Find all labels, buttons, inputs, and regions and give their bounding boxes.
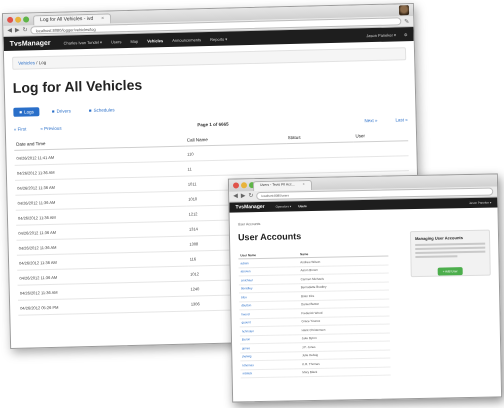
panel-text-line [415, 255, 458, 259]
app-brand[interactable]: TvsManager [10, 39, 51, 47]
nav-item-users[interactable]: Users [111, 39, 122, 44]
breadcrumb: Vehicles / Log [12, 47, 407, 70]
app-brand[interactable]: TvsManager [235, 204, 264, 211]
last-page-link[interactable]: Last » [395, 117, 407, 122]
panel-text-line [415, 246, 486, 251]
close-window-button[interactable] [7, 16, 14, 23]
table-body: admin Andrew Wilson abrown Aaron Brown cmich… [238, 256, 391, 378]
user-accounts-window: Users - Tevis Pil Acc... × ◀ ▶ ↻ localhos… [227, 173, 503, 403]
add-user-button[interactable]: + Add User [437, 267, 463, 276]
window-controls [7, 16, 30, 23]
reload-icon[interactable]: ↻ [248, 193, 253, 199]
zoom-window-button[interactable] [23, 16, 30, 23]
profile-photo [398, 5, 410, 16]
page-info: Page 1 of 6665 [197, 121, 229, 128]
list-icon: ■ [88, 107, 92, 113]
table-row[interactable]: mblack Mary Black [240, 366, 391, 378]
tab-close-icon[interactable]: × [303, 182, 305, 186]
tab-schedules[interactable]: ■ Schedules [83, 105, 121, 115]
nav-item-map[interactable]: Map [130, 38, 138, 43]
wrench-icon[interactable]: ✎ [404, 18, 409, 25]
list-icon: ■ [19, 109, 23, 115]
breadcrumb-log: Log [38, 60, 47, 66]
page-title: Log for All Vehicles [12, 76, 143, 96]
view-tabs: ■ Logs ■ Drivers ■ Schedules [13, 98, 407, 117]
browser-tab[interactable]: Users - Tevis Pil Acc... × [252, 180, 312, 192]
table-cell [353, 155, 409, 173]
gear-icon[interactable]: ⚙ [404, 32, 408, 37]
table-cell [285, 142, 354, 159]
main-content: User Accounts User Accounts User Name Na… [230, 207, 501, 382]
username-link[interactable]: mblack [240, 368, 301, 378]
user-menu[interactable]: Jason Paneker ▾ [469, 201, 491, 205]
panel-title: Managing User Accounts [415, 235, 463, 242]
previous-page-link[interactable]: « Previous [40, 126, 61, 132]
breadcrumb-separator: / [36, 60, 38, 66]
user-menu[interactable]: Jason Paneker ▾ [366, 32, 396, 38]
nav-item-operators[interactable]: Operators ▾ [276, 204, 292, 208]
panel-text-line [415, 250, 486, 255]
tab-logs[interactable]: ■ Logs [13, 107, 40, 117]
reload-icon[interactable]: ↻ [23, 27, 28, 33]
tab-drivers-label: Drivers [56, 108, 71, 114]
next-page-link[interactable]: Next » [364, 118, 377, 123]
tab-title: Log for All Vehicles - ivd [40, 15, 94, 24]
forward-arrow-icon[interactable]: ▶ [241, 193, 246, 199]
nav-item-users[interactable]: Users [298, 204, 306, 208]
close-window-button[interactable] [232, 182, 240, 189]
back-arrow-icon[interactable]: ◀ [7, 28, 12, 34]
window-controls [232, 182, 256, 189]
table-cell [286, 157, 355, 174]
first-page-link[interactable]: « First [14, 127, 27, 132]
breadcrumb: User Accounts [237, 221, 261, 227]
minimize-window-button[interactable] [15, 16, 22, 23]
nav-item-operator[interactable]: Charles Ivan Tondel ▾ [63, 39, 102, 45]
nav-item-announcements[interactable]: Announcements [172, 37, 201, 43]
tab-schedules-label: Schedules [93, 107, 115, 113]
users-table: User Name Name admin Andrew Wilson abrown A… [238, 248, 391, 379]
tab-drivers[interactable]: ■ Drivers [46, 106, 77, 116]
tab-logs-label: Logs [24, 109, 34, 115]
tab-close-icon[interactable]: × [101, 16, 104, 22]
table-cell: 04/26/2012 05:26 PM [17, 296, 189, 316]
forward-arrow-icon[interactable]: ▶ [15, 28, 20, 34]
user-name-cell: Mary Black [300, 366, 391, 377]
table-cell [353, 140, 409, 158]
minimize-window-button[interactable] [240, 182, 248, 189]
back-arrow-icon[interactable]: ◀ [233, 193, 238, 199]
breadcrumb-vehicles[interactable]: Vehicles [18, 60, 35, 65]
nav-item-reports[interactable]: Reports ▾ [210, 36, 227, 41]
help-panel: Managing User Accounts + Add User [409, 229, 491, 278]
tab-title: Users - Tevis Pil Acc... [259, 182, 295, 187]
list-icon: ■ [51, 108, 55, 114]
browser-tab[interactable]: Log for All Vehicles - ivd × [33, 13, 112, 26]
panel-text-line [415, 242, 486, 247]
nav-item-vehicles[interactable]: Vehicles [147, 38, 163, 43]
